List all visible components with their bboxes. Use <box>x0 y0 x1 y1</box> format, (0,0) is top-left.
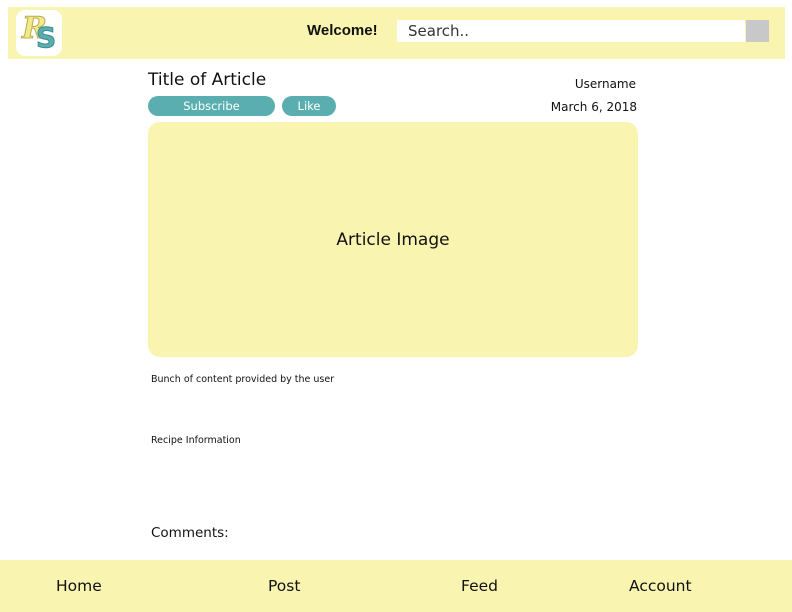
nav-account[interactable]: Account <box>629 577 692 595</box>
search-input[interactable] <box>397 20 745 42</box>
nav-feed[interactable]: Feed <box>461 577 498 595</box>
welcome-text: Welcome! <box>307 22 378 39</box>
bottom-nav: Home Post Feed Account <box>0 560 792 612</box>
nav-home[interactable]: Home <box>56 577 102 595</box>
recipe-information: Recipe Information <box>151 435 241 446</box>
article-image-label: Article Image <box>336 229 450 250</box>
author-username[interactable]: Username <box>575 77 636 91</box>
like-button[interactable]: Like <box>282 96 336 116</box>
nav-post[interactable]: Post <box>268 577 300 595</box>
article-content: Bunch of content provided by the user <box>151 374 335 385</box>
top-header: R S Welcome! <box>8 7 785 59</box>
page: R S Welcome! Title of Article Subscribe … <box>0 0 792 612</box>
comments-heading: Comments: <box>151 525 229 541</box>
article-image: Article Image <box>148 122 638 357</box>
logo-letter-s: S <box>35 21 57 55</box>
subscribe-button[interactable]: Subscribe <box>148 96 275 116</box>
article-title: Title of Article <box>148 70 267 90</box>
article-date: March 6, 2018 <box>550 100 637 114</box>
search-button[interactable] <box>746 20 769 42</box>
site-logo[interactable]: R S <box>16 10 62 56</box>
